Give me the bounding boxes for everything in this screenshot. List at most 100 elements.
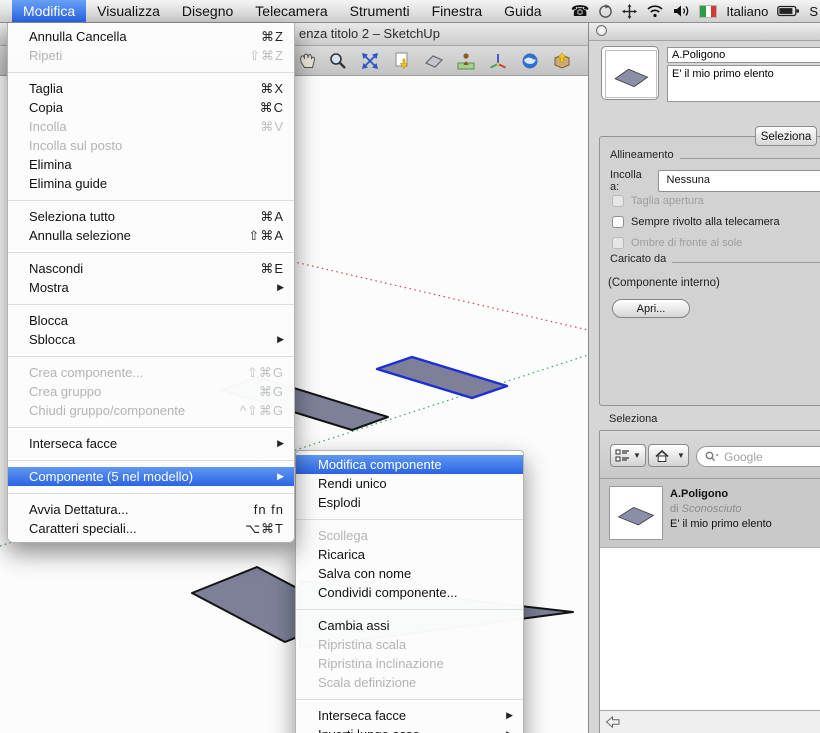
zoom-icon[interactable]	[328, 51, 348, 71]
move-icon[interactable]	[622, 4, 637, 19]
volume-icon[interactable]	[673, 4, 690, 18]
component-submenu-item-interseca-facce[interactable]: Interseca facce▶	[296, 706, 523, 725]
menu-item-label: Ripristina inclinazione	[318, 656, 513, 671]
section-divider	[672, 262, 820, 263]
loaded-section-label: Caricato da	[610, 253, 666, 265]
add-location-icon[interactable]	[456, 51, 476, 71]
menubar-item-guida[interactable]: Guida	[493, 0, 552, 22]
submenu-arrow-icon: ▶	[506, 710, 513, 721]
palette-titlebar[interactable]	[589, 22, 820, 41]
menubar-item-finestra[interactable]: Finestra	[421, 0, 494, 22]
menu-item-label: Seleziona tutto	[29, 209, 248, 224]
search-icon	[705, 451, 719, 463]
glue-dropdown[interactable]: Nessuna	[658, 170, 820, 192]
checkbox-icon	[612, 237, 624, 249]
component-submenu-item-rendi-unico[interactable]: Rendi unico	[296, 474, 523, 493]
edit-menu-item-copia[interactable]: Copia ⌘C	[8, 98, 294, 117]
edit-menu-item-interseca-facce[interactable]: Interseca facce▶	[8, 434, 294, 453]
component-name-input[interactable]	[667, 47, 820, 63]
google-earth-icon[interactable]	[520, 51, 540, 71]
component-submenu-item-condividi-componente[interactable]: Condividi componente...	[296, 583, 523, 602]
edit-menu-item-incolla-sul-posto: Incolla sul posto	[8, 136, 294, 155]
view-options-button[interactable]: ▼	[610, 444, 646, 467]
back-arrow-icon[interactable]	[605, 715, 621, 729]
alignment-box: Allineamento Incolla a: Nessuna Taglia a…	[599, 136, 820, 406]
menu-item-shortcut: ⌘A	[260, 209, 284, 225]
checkbox-ombre-di-fronte-al-sole: Ombre di fronte al sole	[612, 237, 742, 249]
component-submenu-item-ricarica[interactable]: Ricarica	[296, 545, 523, 564]
chevron-down-icon: ▼	[677, 451, 685, 460]
edit-menu-item-crea-componente: Crea componente...⇧⌘G	[8, 363, 294, 382]
battery-icon[interactable]	[777, 5, 800, 17]
open-button[interactable]: Apri...	[612, 299, 690, 318]
zoom-extents-icon[interactable]	[360, 51, 380, 71]
home-button[interactable]	[648, 444, 675, 467]
pan-icon[interactable]	[296, 51, 316, 71]
menubar-item-strumenti[interactable]: Strumenti	[339, 0, 421, 22]
face-tool-icon[interactable]	[424, 51, 444, 71]
menu-item-label: Elimina	[29, 157, 284, 172]
menu-item-shortcut: ⌘C	[260, 100, 284, 116]
menu-item-label: Nascondi	[29, 261, 248, 276]
menubar-items: ModificaVisualizzaDisegnoTelecameraStrum…	[12, 0, 553, 22]
menu-item-label: Copia	[29, 100, 248, 115]
menu-item-shortcut: ⌘Z	[261, 29, 284, 45]
glue-row: Incolla a: Nessuna	[610, 169, 820, 193]
search-field[interactable]	[696, 446, 820, 467]
edit-menu-item-ripeti: Ripeti⇧⌘Z	[8, 46, 294, 65]
component-submenu-item-esplodi[interactable]: Esplodi	[296, 493, 523, 512]
component-submenu-item-cambia-assi[interactable]: Cambia assi	[296, 616, 523, 635]
parallelogram-thumb	[613, 493, 659, 533]
close-icon[interactable]	[596, 25, 607, 36]
screen: enza titolo 2 – SketchUp ModificaVisuali…	[0, 0, 820, 733]
edit-menu-item-blocca[interactable]: Blocca	[8, 311, 294, 330]
tab-seleziona[interactable]: Seleziona	[755, 126, 817, 146]
edit-menu-item-caratteri-speciali[interactable]: Caratteri speciali...⌥⌘T	[8, 519, 294, 538]
menu-item-label: Sblocca	[29, 332, 265, 347]
selected-component-shape[interactable]	[377, 357, 507, 398]
edit-menu-item-nascondi[interactable]: Nascondi⌘E	[8, 259, 294, 278]
menu-item-shortcut: ⌘V	[260, 119, 284, 135]
edit-menu-item-elimina[interactable]: Elimina	[8, 155, 294, 174]
edit-menu-item-seleziona-tutto[interactable]: Seleziona tutto ⌘A	[8, 207, 294, 226]
component-description-input[interactable]: E' il mio primo elento	[667, 65, 820, 102]
edit-menu-item-annulla-selezione[interactable]: Annulla selezione⇧⌘A	[8, 226, 294, 245]
edit-menu-item-elimina-guide[interactable]: Elimina guide	[8, 174, 294, 193]
menu-item-label: Annulla selezione	[29, 228, 236, 243]
menu-item-label: Modifica componente	[318, 457, 513, 472]
menubar-item-telecamera[interactable]: Telecamera	[244, 0, 338, 22]
menubar-item-disegno[interactable]: Disegno	[171, 0, 244, 22]
component-submenu-separator	[296, 609, 523, 610]
home-dropdown-button[interactable]: ▼	[674, 444, 689, 467]
edit-menu-item-taglia[interactable]: Taglia⌘X	[8, 79, 294, 98]
edit-menu-item-annulla-cancella[interactable]: Annulla Cancella⌘Z	[8, 27, 294, 46]
glue-dropdown-value: Nessuna	[667, 174, 710, 186]
flag-italy-icon[interactable]	[699, 5, 717, 18]
edit-menu-item-avvia-dettatura[interactable]: Avvia Dettatura...fn fn	[8, 500, 294, 519]
chevron-down-icon: ▼	[633, 451, 641, 460]
browser-bottom-bar	[600, 710, 820, 733]
checkbox-sempre-rivolto-alla-telecamera[interactable]: Sempre rivolto alla telecamera	[612, 216, 780, 228]
edit-menu-item-sblocca[interactable]: Sblocca▶	[8, 330, 294, 349]
edit-menu-item-mostra[interactable]: Mostra▶	[8, 278, 294, 297]
component-submenu-item-salva-con-nome[interactable]: Salva con nome	[296, 564, 523, 583]
wifi-icon[interactable]	[646, 4, 664, 18]
menubar-item-modifica[interactable]: Modifica	[12, 0, 86, 22]
import-model-icon[interactable]	[392, 51, 412, 71]
menubar-item-visualizza[interactable]: Visualizza	[86, 0, 171, 22]
search-input[interactable]	[722, 449, 820, 465]
menu-item-label: Mostra	[29, 280, 265, 295]
checkbox-taglia-apertura: Taglia apertura	[612, 195, 704, 207]
component-submenu-item-modifica-componente[interactable]: Modifica componente	[296, 455, 523, 474]
component-submenu-item-inverti-lungo-asse[interactable]: Inverti lungo asse▶	[296, 725, 523, 733]
phone-icon[interactable]: ☎	[571, 2, 590, 20]
language-label[interactable]: Italiano	[726, 4, 768, 19]
menu-item-label: Caratteri speciali...	[29, 521, 233, 536]
share-model-icon[interactable]	[552, 51, 572, 71]
sync-icon[interactable]	[598, 4, 613, 19]
edit-menu-item-componente-5-nel-modello[interactable]: Componente (5 nel modello)▶	[8, 467, 294, 486]
edit-menu-separator	[8, 460, 294, 461]
axes-icon[interactable]	[488, 51, 508, 71]
menu-item-label: Taglia	[29, 81, 248, 96]
list-item-selected[interactable]: A.Poligono di Sconosciuto E' il mio prim…	[600, 479, 820, 548]
